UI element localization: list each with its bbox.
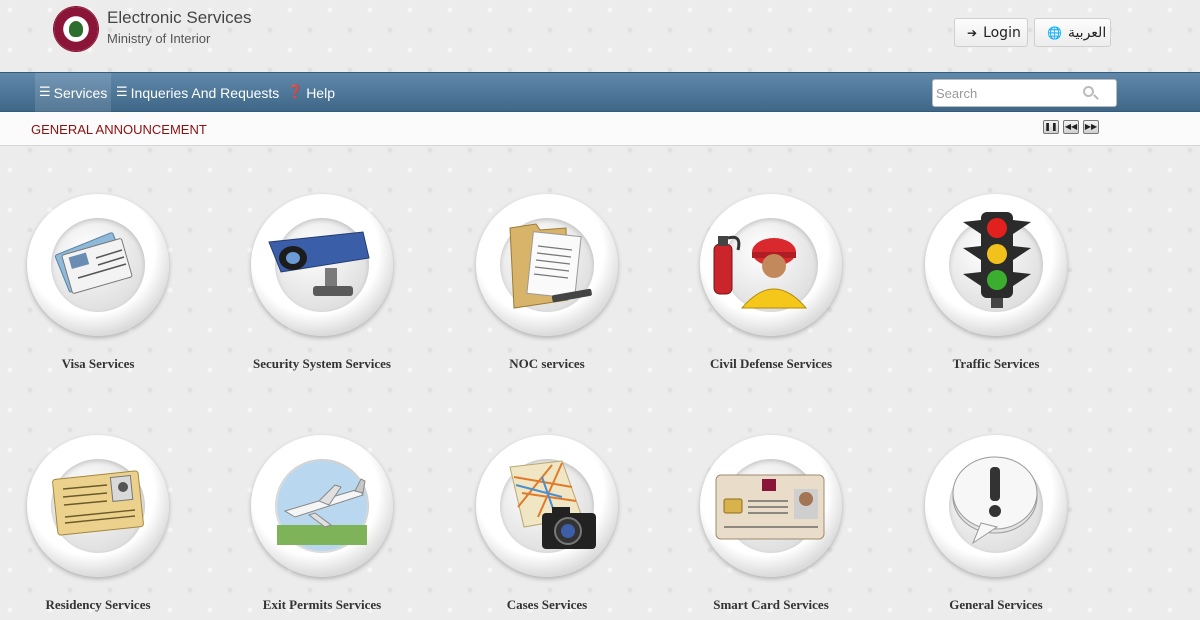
login-button[interactable]: ➔ Login bbox=[954, 18, 1028, 47]
forward-icon[interactable]: ▶▶ bbox=[1083, 120, 1099, 134]
service-label[interactable]: Traffic Services bbox=[885, 356, 1107, 372]
list-icon: ☰ bbox=[39, 85, 51, 100]
service-circle[interactable] bbox=[476, 435, 618, 577]
traffic-light-icon bbox=[963, 212, 1031, 308]
nav-item-label: Services bbox=[53, 84, 108, 101]
id-card-icon bbox=[715, 474, 825, 540]
language-label: العربية bbox=[1067, 24, 1107, 41]
login-label: Login bbox=[983, 24, 1021, 41]
service-tile-cases[interactable]: Cases Services bbox=[436, 435, 656, 620]
nav-item-label: Help bbox=[306, 84, 335, 101]
firefighter-icon bbox=[713, 235, 808, 309]
service-circle[interactable] bbox=[251, 435, 393, 577]
ministry-logo-icon[interactable] bbox=[54, 7, 98, 51]
map-camera-icon bbox=[509, 460, 596, 549]
announcement-bar: GENERAL ANNOUNCEMENT ❚❚ ◀◀ ▶▶ bbox=[0, 112, 1200, 146]
service-label[interactable]: Security System Services bbox=[211, 356, 433, 372]
nav-item-label: Inqueries And Requests bbox=[130, 84, 280, 101]
rewind-icon[interactable]: ◀◀ bbox=[1063, 120, 1079, 134]
security-camera-icon bbox=[268, 231, 370, 296]
service-circle[interactable] bbox=[476, 194, 618, 336]
service-label[interactable]: General Services bbox=[885, 597, 1107, 613]
service-tile-security-system[interactable]: Security System Services bbox=[211, 194, 431, 384]
site-subtitle: Ministry of Interior bbox=[107, 31, 211, 46]
search-icon[interactable] bbox=[1083, 86, 1094, 97]
service-circle[interactable] bbox=[27, 435, 169, 577]
language-toggle-button[interactable]: 🌐 العربية bbox=[1034, 18, 1111, 47]
service-label[interactable]: Smart Card Services bbox=[660, 597, 882, 613]
nav-item-inqueries-and-requests[interactable]: ☰ Inqueries And Requests bbox=[116, 73, 279, 112]
service-tile-noc[interactable]: NOC services bbox=[436, 194, 656, 384]
service-tile-civil-defense[interactable]: Civil Defense Services bbox=[660, 194, 880, 384]
nav-item-services[interactable]: ☰ Services bbox=[35, 73, 111, 112]
question-circle-icon: ❓ bbox=[287, 85, 304, 100]
site-title: Electronic Services bbox=[107, 8, 252, 27]
service-tile-smart-card[interactable]: Smart Card Services bbox=[660, 435, 880, 620]
document-folder-icon bbox=[509, 223, 592, 309]
service-label[interactable]: Residency Services bbox=[0, 597, 209, 613]
service-circle[interactable] bbox=[700, 194, 842, 336]
sign-in-icon: ➔ bbox=[967, 25, 978, 40]
service-label[interactable]: Civil Defense Services bbox=[660, 356, 882, 372]
globe-icon: 🌐 bbox=[1047, 25, 1062, 40]
service-tile-exit-permits[interactable]: Exit Permits Services bbox=[211, 435, 431, 620]
service-circle[interactable] bbox=[925, 194, 1067, 336]
header: Electronic Services Ministry of Interior… bbox=[0, 0, 1200, 72]
main-navbar: ☰ Services ☰ Inqueries And Requests ❓ He… bbox=[0, 72, 1200, 112]
search-box bbox=[932, 79, 1117, 107]
id-document-icon bbox=[52, 470, 144, 536]
service-tile-visa[interactable]: Visa Services bbox=[0, 194, 207, 384]
visa-cards-icon bbox=[54, 232, 133, 294]
service-tile-traffic[interactable]: Traffic Services bbox=[885, 194, 1105, 384]
service-circle[interactable] bbox=[925, 435, 1067, 577]
service-circle[interactable] bbox=[251, 194, 393, 336]
service-tile-residency[interactable]: Residency Services bbox=[0, 435, 207, 620]
service-circle[interactable] bbox=[700, 435, 842, 577]
pause-icon[interactable]: ❚❚ bbox=[1043, 120, 1059, 134]
service-label[interactable]: Exit Permits Services bbox=[211, 597, 433, 613]
service-label[interactable]: Cases Services bbox=[436, 597, 658, 613]
service-label[interactable]: Visa Services bbox=[0, 356, 209, 372]
search-input[interactable] bbox=[933, 80, 1073, 106]
list-icon: ☰ bbox=[116, 85, 128, 100]
airplane-icon bbox=[277, 461, 367, 551]
service-label[interactable]: NOC services bbox=[436, 356, 658, 372]
nav-item-help[interactable]: ❓ Help bbox=[287, 73, 335, 112]
service-circle[interactable] bbox=[27, 194, 169, 336]
exclamation-bubble-icon bbox=[952, 456, 1038, 545]
service-tile-general[interactable]: General Services bbox=[885, 435, 1105, 620]
announcement-title: GENERAL ANNOUNCEMENT bbox=[31, 122, 207, 137]
